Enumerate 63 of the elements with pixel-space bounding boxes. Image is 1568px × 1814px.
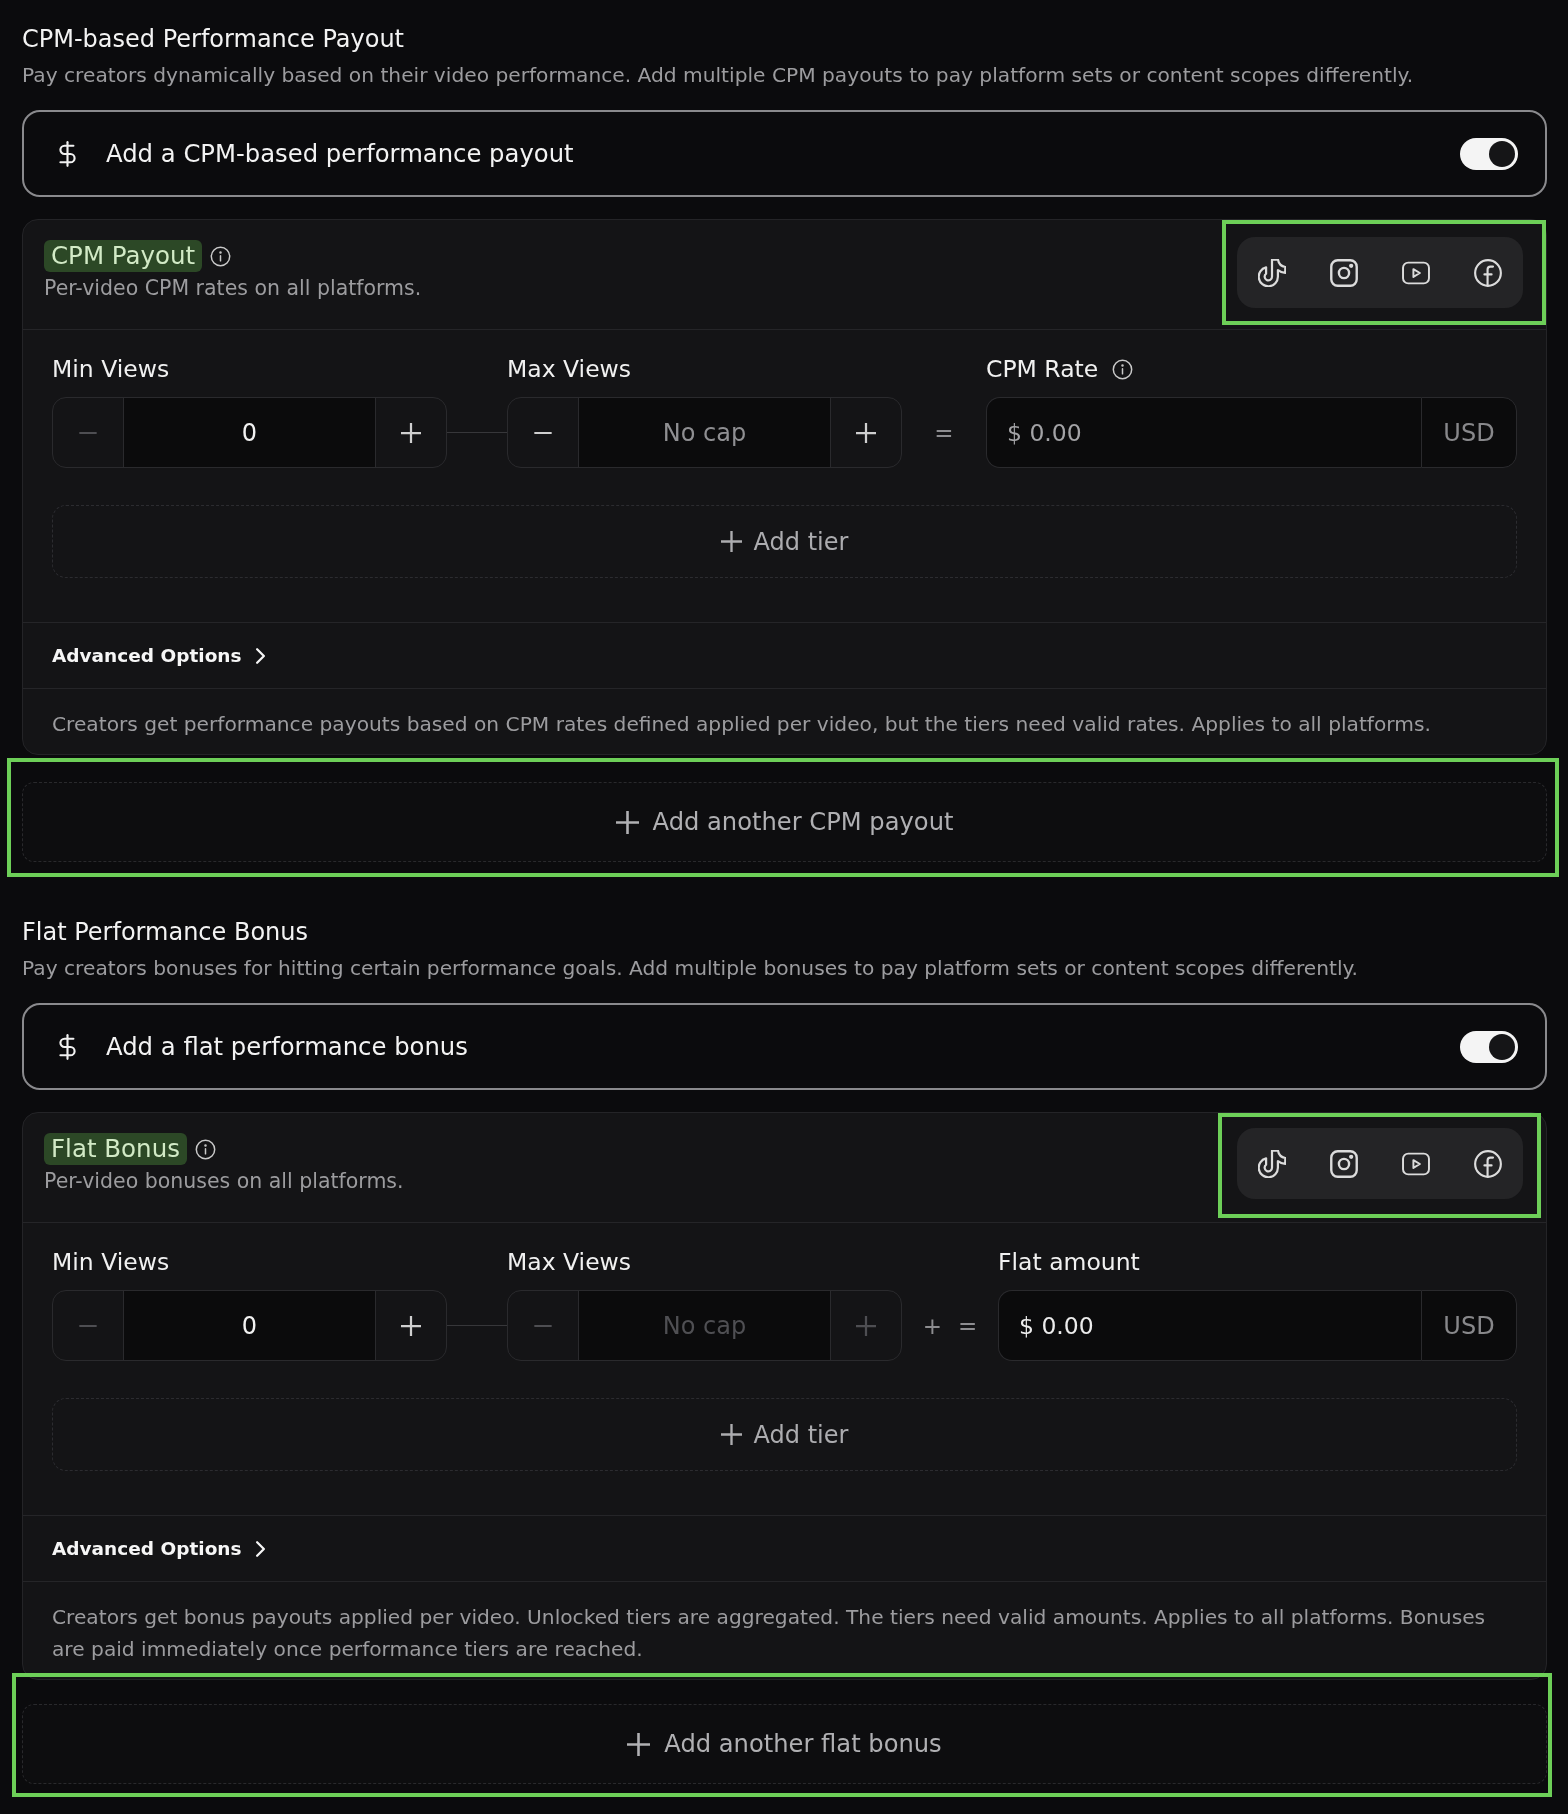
toggle-label: Add a CPM-based performance payout [106,139,574,168]
add-payout-button[interactable]: Add another flat bonus [22,1704,1547,1784]
payout-title-tag: Flat Bonus [44,1133,187,1165]
connector-line [447,1325,507,1326]
toggle-label: Add a flat performance bonus [106,1032,468,1061]
connector-line [447,432,507,433]
operator-sign: = [958,1312,978,1339]
dollar-icon [59,1033,76,1060]
plus-icon [856,1315,876,1336]
field-label: Min Views [52,1249,170,1276]
amount-input[interactable]: $ 0.00 [998,1290,1421,1361]
instagram-icon[interactable] [1330,258,1358,287]
field-label: Max Views [507,1249,632,1276]
views-input[interactable]: 0 [123,1291,376,1360]
add-tier-button[interactable]: Add tier [52,505,1517,578]
currency-label: USD [1421,397,1517,468]
toggle-switch[interactable] [1460,1030,1518,1063]
field-label: Min Views [52,356,170,383]
plus-icon [401,1315,421,1336]
payout-subtitle: Per-video CPM rates on all platforms. [44,276,422,300]
section-description: Pay creators bonuses for hitting certain performance goals. Add multiple bonuses to pay platform sets or content scopes differently. [22,956,1358,981]
operator-sign: + [922,1312,942,1339]
info-icon [210,245,232,267]
instagram-icon[interactable] [1330,1149,1358,1178]
section-title: CPM-based Performance Payout [22,24,404,54]
operator-sign: = [934,419,954,446]
add-tier-button[interactable]: Add tier [52,1398,1517,1471]
views-input[interactable]: 0 [123,398,376,467]
minus-icon [78,1324,98,1327]
info-icon [194,1138,216,1160]
facebook-icon[interactable] [1474,258,1502,287]
minus-icon [533,431,553,434]
section-description: Pay creators dynamically based on their video performance. Add multiple CPM payouts to pay platform sets or content scopes differently. [22,63,1414,88]
views-stepper[interactable]: 0 [52,1290,447,1361]
section-title: Flat Performance Bonus [22,917,308,947]
plus-icon [627,1732,651,1756]
currency-label: USD [1421,1290,1517,1361]
minus-icon [78,431,98,434]
dollar-icon [59,140,76,167]
plus-icon [856,422,876,443]
payout-note: Creators get performance payouts based on CPM rates defined applied per video, but the tiers need valid rates. Applies to all platforms. [51,711,1432,738]
add-payout-button[interactable]: Add another CPM payout [22,782,1547,862]
payout-note: Creators get bonus payouts applied per video. Unlocked tiers are aggregated. The tiers need valid amounts. Applies to all platforms. Bonuses are paid immediately once performance tiers are reached. [51,1604,1487,1663]
views-stepper[interactable]: No cap [507,397,902,468]
payout-title-tag: CPM Payout [44,240,203,272]
field-label: Max Views [507,356,632,383]
plus-icon [401,422,421,443]
views-input[interactable]: No cap [578,398,831,467]
advanced-options-button[interactable]: Advanced Options [23,1516,1546,1582]
tiktok-icon[interactable] [1258,1149,1286,1178]
advanced-options-button[interactable]: Advanced Options [23,623,1546,689]
field-label: CPM Rate [986,356,1099,383]
plus-icon [720,531,742,552]
views-stepper[interactable]: 0 [52,397,447,468]
facebook-icon[interactable] [1474,1149,1502,1178]
field-label: Flat amount [998,1249,1140,1276]
plus-icon [720,1424,742,1445]
amount-input[interactable]: $ 0.00 [986,397,1421,468]
toggle-switch[interactable] [1460,137,1518,170]
payout-subtitle: Per-video bonuses on all platforms. [44,1169,404,1193]
minus-icon [533,1324,553,1327]
plus-icon [615,810,639,834]
tiktok-icon[interactable] [1258,258,1286,287]
